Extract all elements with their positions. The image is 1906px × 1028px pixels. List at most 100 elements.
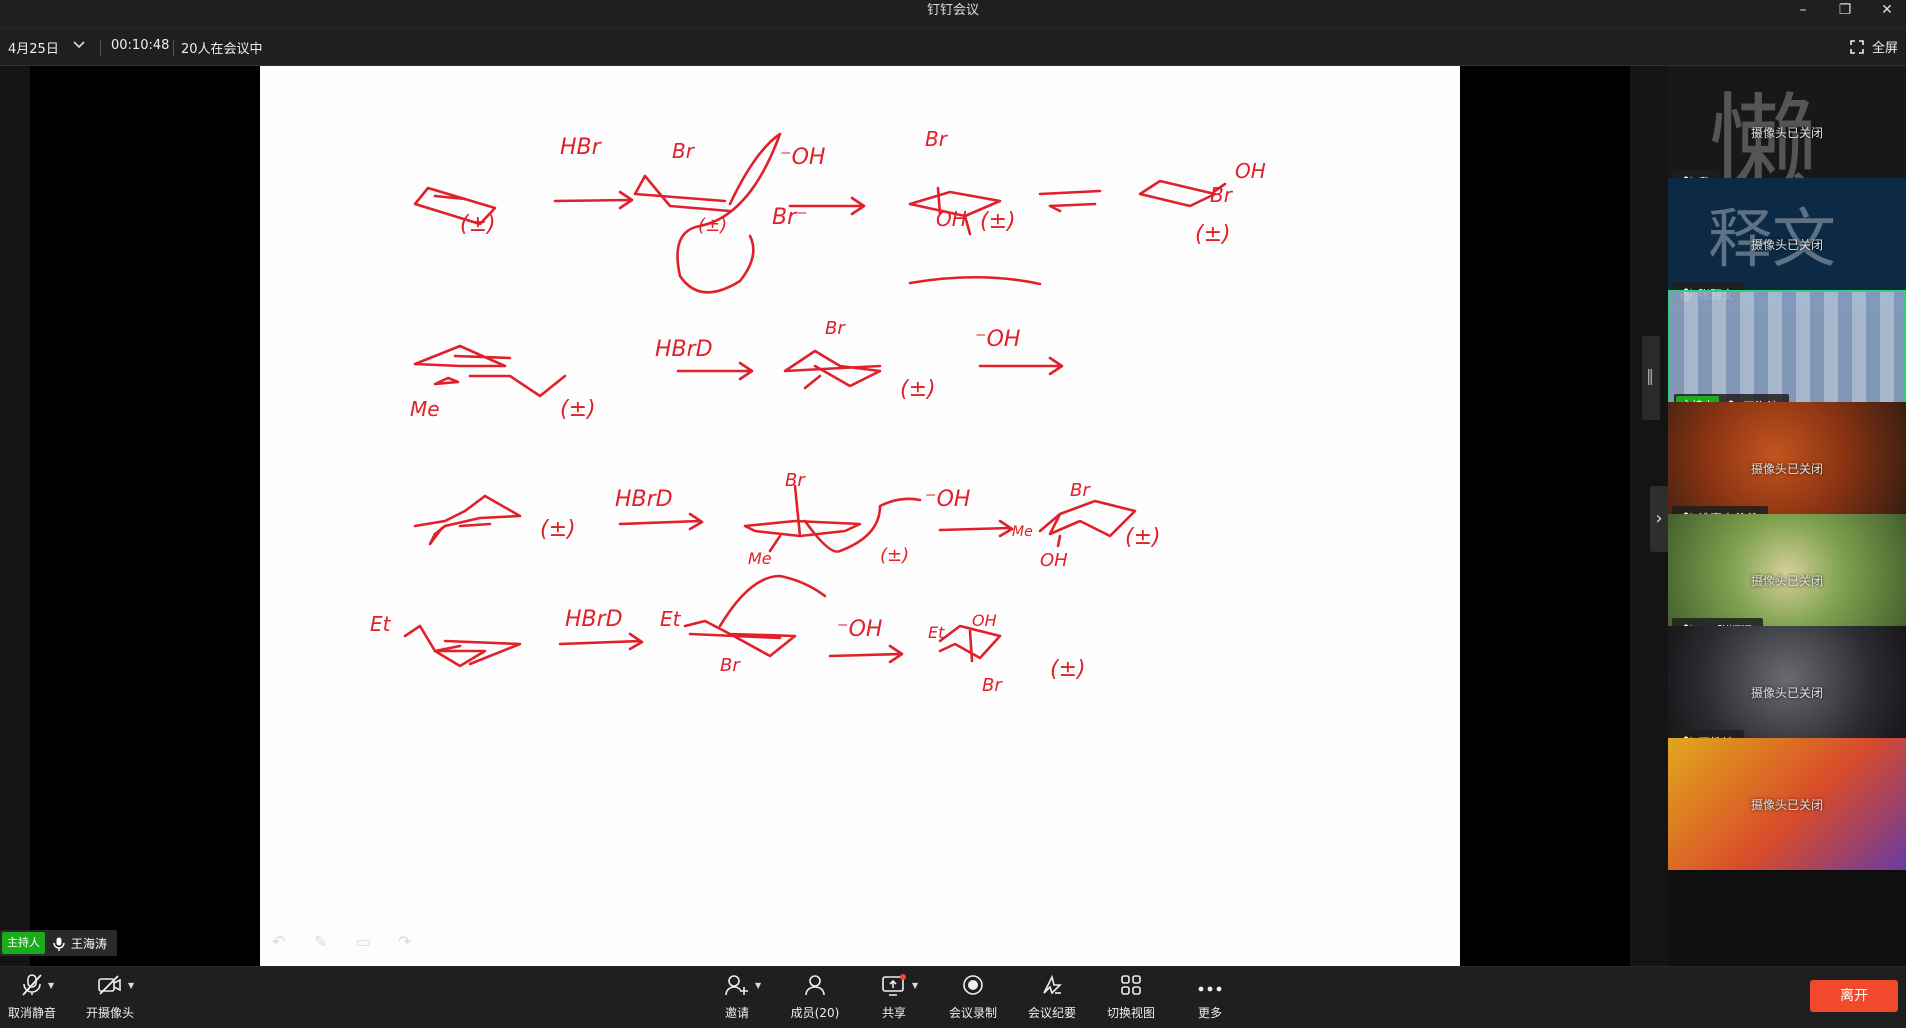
- minimize-button[interactable]: –: [1786, 0, 1820, 22]
- switch-view-label: 切换视图: [1106, 1006, 1155, 1020]
- participant-sidebar: 懒 摄像头已关闭 我 释文 摄像头已关闭 张释文 主持人 王海涛 摄像头已关闭 …: [1668, 66, 1906, 966]
- start-camera-label: 开摄像头: [85, 1006, 134, 1020]
- speaker-tag: 主持人 王海涛: [0, 930, 118, 956]
- start-camera-button[interactable]: ▼ 开摄像头: [78, 975, 142, 1021]
- camera-off-status: 摄像头已关闭: [1750, 126, 1823, 140]
- camera-off-status: 摄像头已关闭: [1750, 238, 1823, 252]
- nucleophile-label: ⁻OH: [925, 487, 970, 512]
- divider: [100, 40, 101, 56]
- panel-resize-handle[interactable]: ‖: [1642, 336, 1660, 420]
- caret-down-icon[interactable]: ▼: [128, 981, 134, 990]
- ink-stroke: [676, 361, 754, 381]
- camera-off-icon: [98, 975, 122, 999]
- host-badge: 主持人: [2, 932, 45, 954]
- ink-stroke: [908, 275, 1042, 286]
- minutes-icon: [1041, 974, 1063, 1000]
- participant-tile[interactable]: 摄像头已关闭: [1668, 738, 1906, 872]
- oh-label: OH: [1235, 159, 1266, 183]
- whiteboard[interactable]: HBr (±) Br ⁻OH (±) Br⁻ Br OH (±) OH Br (…: [260, 66, 1460, 966]
- share-button[interactable]: ▼ 共享: [862, 974, 926, 1021]
- reagent-d-label: HBrD: [615, 487, 673, 512]
- me-label: Me: [1012, 524, 1033, 540]
- me-label: Me: [410, 397, 440, 421]
- share-screen-icon: [882, 974, 906, 1000]
- racemic-label: (±): [980, 209, 1016, 234]
- invite-button[interactable]: ▼ 邀请: [705, 975, 769, 1021]
- racemic-label: (±): [1195, 222, 1231, 247]
- bromide-label: Br⁻: [772, 205, 808, 230]
- caret-down-icon[interactable]: ▼: [755, 981, 761, 990]
- record-button[interactable]: 会议录制: [941, 975, 1005, 1021]
- more-button[interactable]: 更多: [1178, 975, 1242, 1021]
- grid-view-icon: [1121, 975, 1141, 999]
- racemic-label: (±): [460, 212, 496, 237]
- et-label: Et: [928, 623, 945, 642]
- pen-icon[interactable]: ✎: [314, 932, 334, 951]
- ink-stroke: [413, 494, 522, 536]
- fullscreen-button[interactable]: 全屏: [1850, 37, 1898, 56]
- switch-view-button[interactable]: 切换视图: [1099, 975, 1163, 1021]
- racemic-label: (±): [880, 545, 909, 566]
- ink-stroke: [718, 574, 827, 628]
- ink-stroke: [618, 512, 704, 531]
- ink-stroke: [428, 526, 444, 546]
- speaker-name: 王海涛: [71, 936, 108, 951]
- divider: [173, 40, 174, 56]
- camera-off-status: 摄像头已关闭: [1750, 686, 1823, 700]
- minutes-button[interactable]: 会议纪要: [1020, 974, 1084, 1021]
- nucleophile-label: ⁻OH: [780, 145, 825, 170]
- br-label: Br: [672, 139, 696, 163]
- record-icon: [962, 974, 984, 1000]
- members-label: 成员(20): [790, 1006, 840, 1020]
- add-user-icon: [725, 974, 749, 1000]
- unmute-button[interactable]: ▼ 取消静音: [0, 974, 64, 1021]
- shared-screen: HBr (±) Br ⁻OH (±) Br⁻ Br OH (±) OH Br (…: [30, 66, 1660, 966]
- grip-icon: ‖: [1646, 366, 1654, 385]
- members-button[interactable]: 成员(20): [783, 975, 847, 1021]
- caret-down-icon[interactable]: ▼: [48, 981, 54, 990]
- oh-label: OH: [972, 611, 997, 630]
- ink-stroke: [1038, 499, 1137, 548]
- racemic-label: (±): [540, 517, 576, 542]
- ink-stroke: [413, 344, 512, 368]
- close-button[interactable]: ✕: [1870, 0, 1904, 22]
- chevron-down-icon[interactable]: [72, 38, 86, 55]
- minutes-label: 会议纪要: [1027, 1006, 1076, 1020]
- leave-button[interactable]: 离开: [1810, 980, 1898, 1012]
- collapse-sidebar-button[interactable]: ›: [1650, 486, 1668, 552]
- camera-off-status: 摄像头已关闭: [1750, 462, 1823, 476]
- br-label: Br: [982, 675, 1003, 696]
- br-label: Br: [925, 127, 949, 151]
- eraser-icon[interactable]: ▭: [356, 932, 376, 951]
- br-label: Br: [785, 470, 806, 491]
- ink-stroke: [783, 349, 882, 390]
- reagent-d-label: HBrD: [565, 607, 623, 632]
- redo-icon[interactable]: ↷: [398, 932, 418, 951]
- meeting-timer: 00:10:48: [111, 38, 170, 53]
- meeting-info-bar: 4月25日 00:10:48 20人在会议中 全屏: [0, 28, 1906, 66]
- restore-button[interactable]: ❐: [1828, 0, 1862, 22]
- nucleophile-label: ⁻OH: [975, 327, 1020, 352]
- ink-stroke: [1038, 189, 1102, 213]
- ink-stroke: [553, 190, 634, 210]
- caret-down-icon[interactable]: ▼: [912, 981, 918, 990]
- meeting-date: 4月25日: [8, 42, 59, 57]
- whiteboard-tools: ↶ ✎ ▭ ↷: [272, 932, 418, 951]
- invite-label: 邀请: [724, 1006, 749, 1020]
- racemic-label: (±): [698, 215, 727, 236]
- whiteboard-drawing: HBr (±) Br ⁻OH (±) Br⁻ Br OH (±) OH Br (…: [370, 127, 1266, 696]
- participant-count: 20人在会议中: [181, 42, 263, 57]
- mic-muted-icon: [22, 974, 42, 1000]
- undo-icon[interactable]: ↶: [272, 932, 292, 951]
- et-label: Et: [660, 607, 682, 631]
- oh-label: OH: [936, 207, 967, 231]
- title-bar: 钉钉会议 – ❐ ✕: [0, 0, 1906, 28]
- ink-stroke: [978, 356, 1064, 376]
- record-label: 会议录制: [948, 1006, 997, 1020]
- br-label: Br: [825, 318, 846, 339]
- ink-stroke: [743, 484, 862, 553]
- ink-stroke: [633, 174, 732, 213]
- camera-off-status: 摄像头已关闭: [1750, 574, 1823, 588]
- mic-icon: [53, 936, 65, 951]
- br-label: Br: [1070, 480, 1091, 501]
